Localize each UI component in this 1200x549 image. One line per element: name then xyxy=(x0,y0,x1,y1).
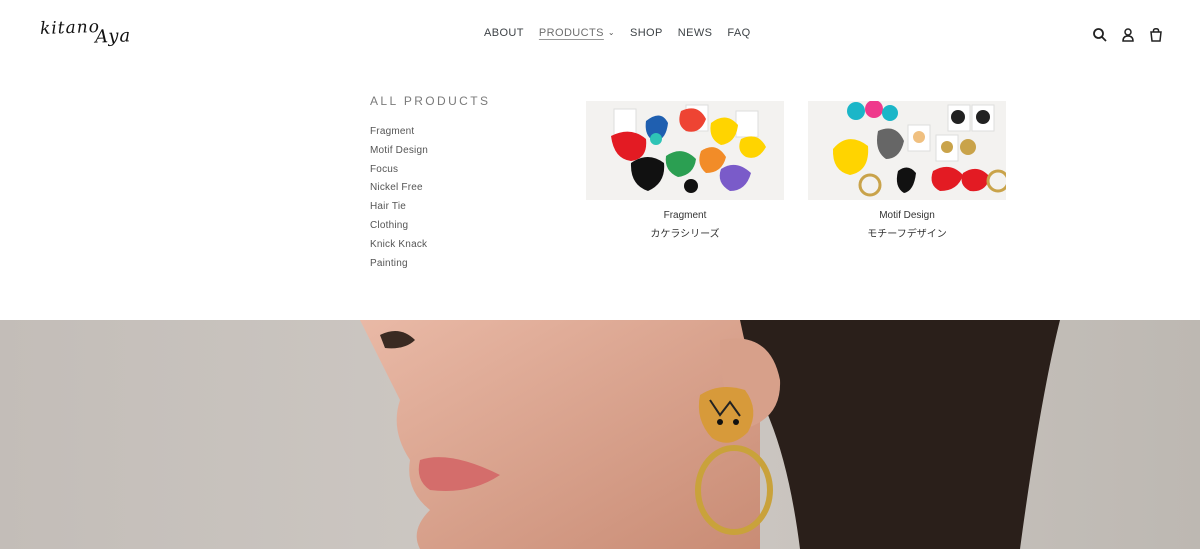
products-mega-menu: ALL PRODUCTS Fragment Motif Design Focus… xyxy=(0,70,1200,320)
hero-model-earring-photo xyxy=(0,320,1200,549)
menu-link-motif-design[interactable]: Motif Design xyxy=(370,145,428,164)
nav-products[interactable]: PRODUCTS ⌄ xyxy=(539,27,615,39)
fragment-product-image xyxy=(586,101,784,200)
nav-about[interactable]: ABOUT xyxy=(484,27,524,39)
cart-icon[interactable] xyxy=(1148,27,1164,43)
nav-faq[interactable]: FAQ xyxy=(727,27,750,39)
menu-link-clothing[interactable]: Clothing xyxy=(370,220,428,239)
nav-news[interactable]: NEWS xyxy=(678,27,713,39)
menu-link-fragment[interactable]: Fragment xyxy=(370,126,428,145)
logo-line-2: Aya xyxy=(94,25,132,48)
mega-menu-links: Fragment Motif Design Focus Nickel Free … xyxy=(370,126,428,276)
featured-card-name: Motif Design xyxy=(879,210,935,221)
mega-menu-title[interactable]: ALL PRODUCTS xyxy=(370,94,490,108)
main-nav: ABOUT PRODUCTS ⌄ SHOP NEWS FAQ xyxy=(484,27,766,39)
menu-link-nickel-free[interactable]: Nickel Free xyxy=(370,182,428,201)
nav-products-label: PRODUCTS xyxy=(538,27,604,39)
search-icon[interactable] xyxy=(1092,27,1108,43)
motif-design-product-image xyxy=(808,101,1006,200)
site-header: kitano Aya ABOUT PRODUCTS ⌄ SHOP NEWS FAQ xyxy=(0,0,1200,70)
menu-link-hair-tie[interactable]: Hair Tie xyxy=(370,201,428,220)
menu-link-painting[interactable]: Painting xyxy=(370,258,428,277)
featured-card-motif-design[interactable]: Motif Design モチーフデザイン xyxy=(808,101,1006,240)
menu-link-knick-knack[interactable]: Knick Knack xyxy=(370,239,428,258)
featured-card-subtitle: カケラシリーズ xyxy=(650,229,720,240)
chevron-down-icon: ⌄ xyxy=(607,28,615,37)
featured-card-name: Fragment xyxy=(663,210,707,221)
featured-card-fragment[interactable]: Fragment カケラシリーズ xyxy=(586,101,784,240)
brand-logo[interactable]: kitano Aya xyxy=(40,12,140,56)
featured-card-subtitle: モチーフデザイン xyxy=(867,229,947,240)
header-icons xyxy=(1092,27,1164,43)
nav-shop[interactable]: SHOP xyxy=(630,27,663,39)
menu-link-focus[interactable]: Focus xyxy=(370,164,428,183)
account-icon[interactable] xyxy=(1120,27,1136,43)
logo-line-1: kitano xyxy=(39,16,101,40)
hero-image xyxy=(0,320,1200,549)
